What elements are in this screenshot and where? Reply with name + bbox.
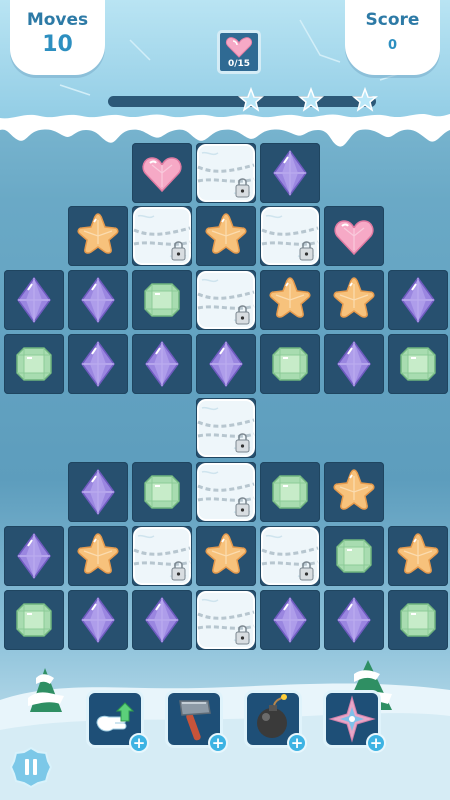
orange-star-gem-icon	[397, 533, 439, 574]
purple-diamond-gem-icon	[145, 596, 179, 644]
board-cell-heart[interactable]	[324, 206, 384, 266]
board-cell-diamond[interactable]	[388, 270, 448, 330]
board-cell-star[interactable]	[388, 526, 448, 586]
board-cell-ice-chained[interactable]	[196, 462, 256, 522]
board-cell-star[interactable]	[196, 526, 256, 586]
orange-star-gem-icon	[333, 469, 375, 510]
board-cell-emerald[interactable]	[324, 526, 384, 586]
orange-star-gem-icon	[269, 277, 311, 318]
purple-diamond-gem-icon	[81, 340, 115, 388]
green-emerald-gem-icon	[16, 603, 52, 637]
chained-ice-block-icon	[197, 271, 255, 329]
purple-diamond-gem-icon	[337, 596, 371, 644]
board-cell-emerald[interactable]	[132, 270, 192, 330]
shuriken-booster[interactable]: +	[323, 690, 386, 753]
orange-star-gem-icon	[77, 533, 119, 574]
board-cell-diamond[interactable]	[68, 462, 128, 522]
board-cell-emerald[interactable]	[388, 590, 448, 650]
board-cell-star[interactable]	[68, 526, 128, 586]
purple-diamond-gem-icon	[81, 276, 115, 324]
purple-diamond-gem-icon	[81, 468, 115, 516]
board-cell-emerald[interactable]	[132, 462, 192, 522]
chained-ice-block-icon	[197, 463, 255, 521]
green-emerald-gem-icon	[400, 603, 436, 637]
board-cell-diamond[interactable]	[196, 334, 256, 394]
board-cell-diamond[interactable]	[260, 143, 320, 203]
board-cell-diamond[interactable]	[324, 334, 384, 394]
chained-ice-block-icon	[133, 527, 191, 585]
bomb-booster[interactable]: +	[244, 690, 307, 753]
board-cell-emerald[interactable]	[4, 590, 64, 650]
purple-diamond-gem-icon	[81, 596, 115, 644]
board-cell-diamond[interactable]	[4, 526, 64, 586]
add-booster-button[interactable]: +	[129, 733, 149, 753]
board-cell-star[interactable]	[324, 462, 384, 522]
green-emerald-gem-icon	[400, 347, 436, 381]
orange-star-gem-icon	[77, 213, 119, 254]
orange-star-gem-icon	[205, 533, 247, 574]
add-booster-button[interactable]: +	[208, 733, 228, 753]
add-booster-button[interactable]: +	[287, 733, 307, 753]
board-cell-emerald[interactable]	[4, 334, 64, 394]
board-cell-diamond[interactable]	[68, 334, 128, 394]
chained-ice-block-icon	[197, 399, 255, 457]
purple-diamond-gem-icon	[337, 340, 371, 388]
green-emerald-gem-icon	[336, 539, 372, 573]
green-emerald-gem-icon	[272, 347, 308, 381]
purple-diamond-gem-icon	[209, 340, 243, 388]
pink-heart-gem-icon	[334, 220, 374, 256]
board-cell-diamond[interactable]	[4, 270, 64, 330]
green-emerald-gem-icon	[144, 475, 180, 509]
board-cell-ice-chained[interactable]	[196, 590, 256, 650]
board-cell-diamond[interactable]	[324, 590, 384, 650]
purple-diamond-gem-icon	[17, 276, 51, 324]
game-screen: Moves 10 Score 0 0/15 + + + +	[0, 0, 450, 800]
board-cell-star[interactable]	[260, 270, 320, 330]
board-cell-emerald[interactable]	[260, 462, 320, 522]
board-cell-ice-chained[interactable]	[196, 143, 256, 203]
pink-heart-gem-icon	[142, 157, 182, 193]
purple-diamond-gem-icon	[17, 532, 51, 580]
snowy-ground	[0, 660, 450, 800]
board-cell-diamond[interactable]	[132, 334, 192, 394]
board-cell-ice-chained[interactable]	[132, 526, 192, 586]
chained-ice-block-icon	[133, 207, 191, 265]
chained-ice-block-icon	[197, 144, 255, 202]
chained-ice-block-icon	[197, 591, 255, 649]
hand-swap-booster[interactable]: +	[86, 690, 149, 753]
board-cell-emerald[interactable]	[388, 334, 448, 394]
board-cell-ice-chained[interactable]	[260, 206, 320, 266]
board-cell-emerald[interactable]	[260, 334, 320, 394]
board-cell-diamond[interactable]	[132, 590, 192, 650]
green-emerald-gem-icon	[16, 347, 52, 381]
board-cell-diamond[interactable]	[68, 590, 128, 650]
board-cell-ice-chained[interactable]	[132, 206, 192, 266]
board-cell-ice-chained[interactable]	[196, 398, 256, 458]
chained-ice-block-icon	[261, 527, 319, 585]
purple-diamond-gem-icon	[401, 276, 435, 324]
orange-star-gem-icon	[333, 277, 375, 318]
board-cell-star[interactable]	[68, 206, 128, 266]
hammer-booster[interactable]: +	[165, 690, 228, 753]
green-emerald-gem-icon	[144, 283, 180, 317]
board-cell-diamond[interactable]	[260, 590, 320, 650]
board-cell-ice-chained[interactable]	[196, 270, 256, 330]
pause-button[interactable]	[10, 746, 52, 788]
purple-diamond-gem-icon	[273, 149, 307, 197]
purple-diamond-gem-icon	[273, 596, 307, 644]
board-cell-ice-chained[interactable]	[260, 526, 320, 586]
chained-ice-block-icon	[261, 207, 319, 265]
orange-star-gem-icon	[205, 213, 247, 254]
board-cell-diamond[interactable]	[68, 270, 128, 330]
green-emerald-gem-icon	[272, 475, 308, 509]
add-booster-button[interactable]: +	[366, 733, 386, 753]
purple-diamond-gem-icon	[145, 340, 179, 388]
board-cell-star[interactable]	[324, 270, 384, 330]
board-cell-heart[interactable]	[132, 143, 192, 203]
board-cell-star[interactable]	[196, 206, 256, 266]
